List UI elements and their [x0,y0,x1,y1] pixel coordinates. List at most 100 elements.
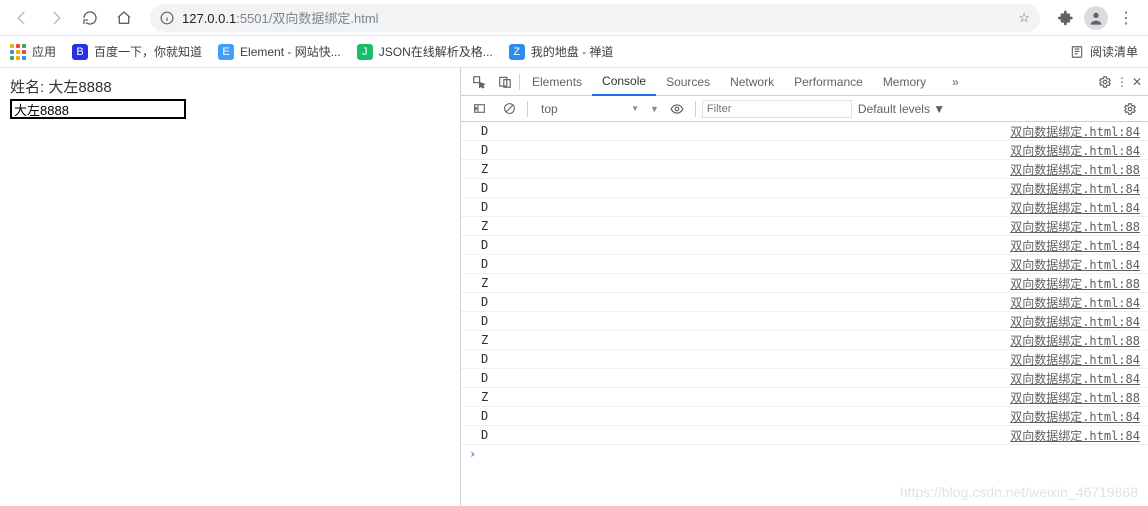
log-source-link[interactable]: 双向数据绑定.html:84 [1010,237,1140,254]
log-source-link[interactable]: 双向数据绑定.html:84 [1010,351,1140,368]
log-message: D [481,200,1010,214]
star-icon[interactable]: ☆ [1018,10,1030,26]
name-input[interactable] [10,99,186,119]
profile-avatar[interactable] [1084,6,1108,30]
browser-toolbar: 127.0.0.1:5501/双向数据绑定.html ☆ ⋮ [0,0,1148,36]
tabs-overflow[interactable]: » [942,68,969,96]
console-log-row[interactable]: D双向数据绑定.html:84 [461,369,1148,388]
home-button[interactable] [110,4,138,32]
devtools-tab-sources[interactable]: Sources [656,68,720,96]
log-message: Z [481,390,1010,404]
reading-list-icon [1070,45,1084,59]
console-log-row[interactable]: D双向数据绑定.html:84 [461,122,1148,141]
site-info-icon[interactable] [160,11,174,25]
extensions-icon[interactable] [1058,10,1074,26]
reload-button[interactable] [76,4,104,32]
log-source-link[interactable]: 双向数据绑定.html:88 [1010,161,1140,178]
bookmark-item[interactable]: JJSON在线解析及格... [357,43,493,60]
settings-icon[interactable] [1098,75,1112,89]
devtools-menu-icon[interactable]: ⋮ [1116,75,1128,89]
console-log-row[interactable]: D双向数据绑定.html:84 [461,179,1148,198]
log-source-link[interactable]: 双向数据绑定.html:84 [1010,408,1140,425]
log-source-link[interactable]: 双向数据绑定.html:84 [1010,123,1140,140]
apps-shortcut[interactable]: 应用 [10,43,56,60]
console-log-row[interactable]: Z双向数据绑定.html:88 [461,331,1148,350]
console-prompt[interactable]: › [461,445,1148,461]
apps-icon [10,44,26,60]
log-source-link[interactable]: 双向数据绑定.html:88 [1010,275,1140,292]
devtools-tab-console[interactable]: Console [592,68,656,96]
log-source-link[interactable]: 双向数据绑定.html:84 [1010,142,1140,159]
log-message: D [481,295,1010,309]
name-label: 姓名: 大左8888 [10,76,450,97]
console-log-list[interactable]: D双向数据绑定.html:84D双向数据绑定.html:84Z双向数据绑定.ht… [461,122,1148,506]
console-log-row[interactable]: Z双向数据绑定.html:88 [461,160,1148,179]
log-source-link[interactable]: 双向数据绑定.html:88 [1010,389,1140,406]
apps-label: 应用 [32,43,56,60]
devtools-tab-elements[interactable]: Elements [522,68,592,96]
inspect-icon[interactable] [467,70,491,94]
devtools-panel: ElementsConsoleSourcesNetworkPerformance… [460,68,1148,506]
log-message: D [481,124,1010,138]
log-source-link[interactable]: 双向数据绑定.html:88 [1010,218,1140,235]
console-log-row[interactable]: Z双向数据绑定.html:88 [461,274,1148,293]
console-log-row[interactable]: D双向数据绑定.html:84 [461,350,1148,369]
url-host: 127.0.0.1:5501/双向数据绑定.html [182,8,379,27]
log-message: Z [481,333,1010,347]
forward-button[interactable] [42,4,70,32]
log-source-link[interactable]: 双向数据绑定.html:84 [1010,313,1140,330]
log-message: D [481,428,1010,442]
log-source-link[interactable]: 双向数据绑定.html:84 [1010,199,1140,216]
back-button[interactable] [8,4,36,32]
console-toolbar: top ▼ Default levels ▼ [461,96,1148,122]
bookmark-label: Element - 网站快... [240,43,341,60]
reading-list-label: 阅读清单 [1090,43,1138,60]
log-message: D [481,257,1010,271]
menu-icon[interactable]: ⋮ [1118,8,1134,28]
bookmark-item[interactable]: B百度一下，你就知道 [72,43,202,60]
console-log-row[interactable]: D双向数据绑定.html:84 [461,255,1148,274]
console-log-row[interactable]: D双向数据绑定.html:84 [461,141,1148,160]
console-log-row[interactable]: D双向数据绑定.html:84 [461,236,1148,255]
log-source-link[interactable]: 双向数据绑定.html:84 [1010,180,1140,197]
devtools-tab-memory[interactable]: Memory [873,68,936,96]
bookmark-favicon: E [218,44,234,60]
log-source-link[interactable]: 双向数据绑定.html:84 [1010,294,1140,311]
log-message: Z [481,162,1010,176]
log-source-link[interactable]: 双向数据绑定.html:84 [1010,370,1140,387]
clear-console-icon[interactable] [497,97,521,121]
console-filter-input[interactable] [702,100,852,118]
log-message: D [481,409,1010,423]
device-toggle-icon[interactable] [493,70,517,94]
devtools-tab-network[interactable]: Network [720,68,784,96]
console-log-row[interactable]: D双向数据绑定.html:84 [461,312,1148,331]
console-log-row[interactable]: D双向数据绑定.html:84 [461,426,1148,445]
devtools-close-icon[interactable]: ✕ [1132,75,1142,89]
bookmark-label: 我的地盘 - 禅道 [531,43,614,60]
live-expression-icon[interactable] [665,97,689,121]
reading-list-button[interactable]: 阅读清单 [1070,43,1138,60]
console-log-row[interactable]: Z双向数据绑定.html:88 [461,388,1148,407]
bookmark-favicon: Z [509,44,525,60]
bookmark-favicon: J [357,44,373,60]
log-source-link[interactable]: 双向数据绑定.html:88 [1010,332,1140,349]
devtools-tabbar: ElementsConsoleSourcesNetworkPerformance… [461,68,1148,96]
log-source-link[interactable]: 双向数据绑定.html:84 [1010,256,1140,273]
devtools-tab-performance[interactable]: Performance [784,68,873,96]
log-levels-selector[interactable]: Default levels ▼ [858,102,945,116]
log-message: D [481,371,1010,385]
console-log-row[interactable]: Z双向数据绑定.html:88 [461,217,1148,236]
context-selector[interactable]: top [534,100,644,118]
console-settings-icon[interactable] [1118,97,1142,121]
log-message: Z [481,276,1010,290]
log-message: D [481,238,1010,252]
log-source-link[interactable]: 双向数据绑定.html:84 [1010,427,1140,444]
bookmark-item[interactable]: E Element - 网站快... [218,43,341,60]
console-log-row[interactable]: D双向数据绑定.html:84 [461,293,1148,312]
console-log-row[interactable]: D双向数据绑定.html:84 [461,198,1148,217]
bookmark-item[interactable]: Z 我的地盘 - 禅道 [509,43,614,60]
console-log-row[interactable]: D双向数据绑定.html:84 [461,407,1148,426]
console-sidebar-toggle-icon[interactable] [467,97,491,121]
log-message: D [481,181,1010,195]
address-bar[interactable]: 127.0.0.1:5501/双向数据绑定.html ☆ [150,4,1040,32]
